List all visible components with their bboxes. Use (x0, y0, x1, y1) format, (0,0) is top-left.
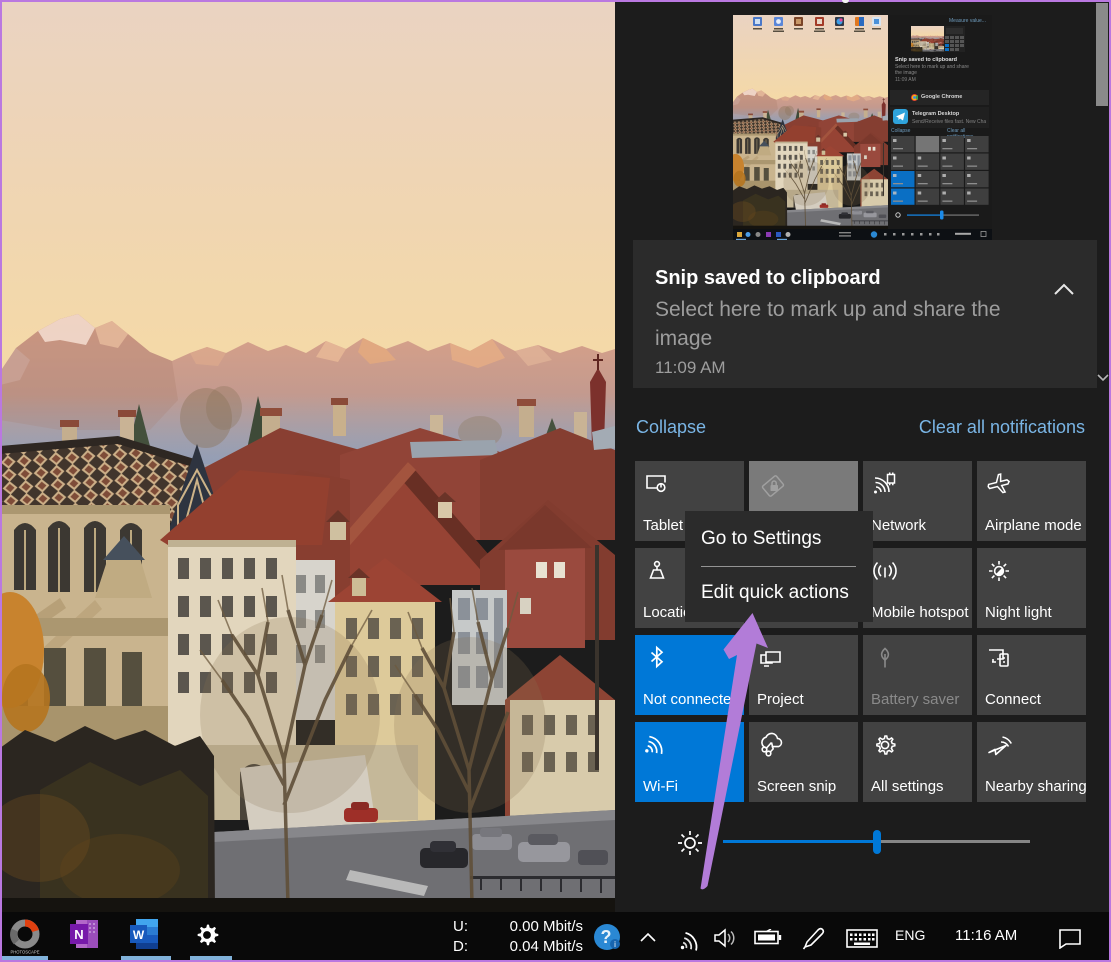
svg-text:PHOTOSCAPE: PHOTOSCAPE (10, 950, 39, 955)
svg-text:W: W (133, 928, 145, 942)
svg-text:?: ? (601, 927, 612, 947)
svg-text:i: i (614, 940, 616, 949)
svg-text:N: N (74, 927, 83, 942)
